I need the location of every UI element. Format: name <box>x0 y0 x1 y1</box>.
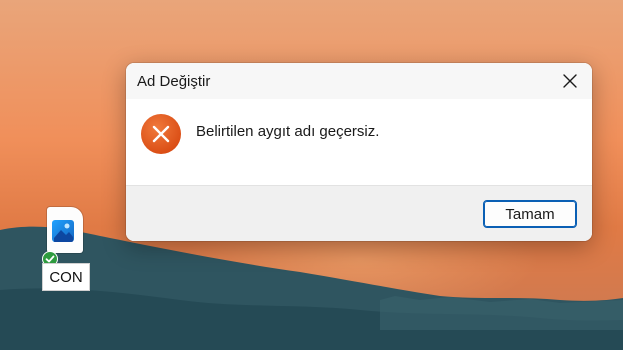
image-file-icon <box>52 220 74 242</box>
error-x-icon <box>141 114 181 154</box>
desktop-file-con[interactable]: CON <box>40 205 98 293</box>
dialog-title: Ad Değiştir <box>137 73 211 90</box>
close-icon <box>563 74 577 88</box>
close-button[interactable] <box>548 63 592 99</box>
file-name-label: CON <box>42 263 90 291</box>
error-message: Belirtilen aygıt adı geçersiz. <box>196 123 380 140</box>
rename-error-dialog: Ad Değiştir Belirtilen aygıt adı geçersi… <box>126 63 592 241</box>
ok-button[interactable]: Tamam <box>483 200 577 228</box>
dialog-titlebar: Ad Değiştir <box>126 63 592 99</box>
dialog-content: Belirtilen aygıt adı geçersiz. <box>126 99 592 185</box>
dialog-footer: Tamam <box>126 185 592 241</box>
